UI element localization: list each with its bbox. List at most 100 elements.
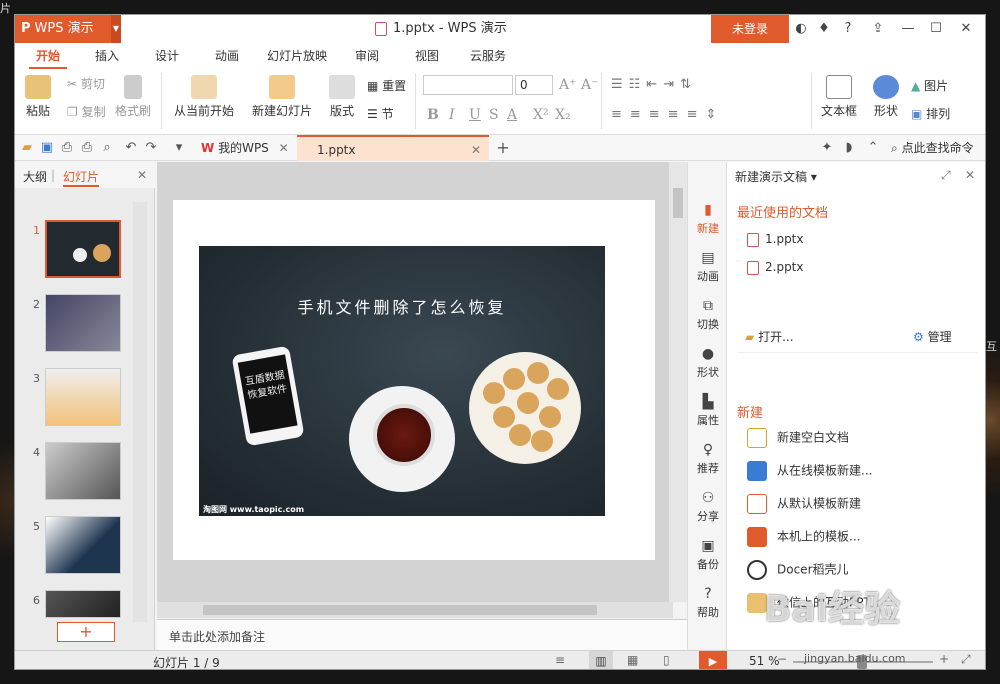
slide-thumbnail[interactable] (45, 220, 121, 278)
tab-outline[interactable]: 大纲 (23, 168, 47, 185)
slide-photo[interactable]: 手机文件删除了怎么恢复 互盾数据恢复软件 淘图网 www.taopic.com (199, 246, 605, 516)
zoom-in-icon[interactable]: + (939, 652, 949, 666)
docer-link[interactable]: Docer稻壳儿 (747, 560, 849, 580)
tab-animation[interactable]: 动画 (209, 43, 245, 69)
normal-view-icon[interactable]: ▥ (589, 651, 613, 669)
close-icon[interactable]: ✕ (965, 168, 975, 182)
thumbnail-scrollbar[interactable] (133, 202, 147, 622)
help-icon[interactable]: ? (839, 19, 857, 39)
pin-icon[interactable]: ✦ (819, 140, 835, 156)
horizontal-scrollbar[interactable] (157, 602, 673, 618)
undo-icon[interactable]: ↶ (123, 140, 139, 156)
shape-button[interactable]: 形状 (869, 75, 903, 119)
new-blank-doc[interactable]: 新建空白文档 (747, 428, 849, 448)
copy-button[interactable]: ❐ 复制 (67, 103, 106, 120)
reading-view-icon[interactable]: ▯ (663, 653, 670, 667)
tab-my-wps[interactable]: W 我的WPS ✕ (195, 135, 291, 161)
horizontal-scroll-thumb[interactable] (203, 605, 597, 615)
dropdown-icon[interactable]: ▾ (171, 140, 187, 156)
slide[interactable]: 手机文件删除了怎么恢复 互盾数据恢复软件 淘图网 www.taopic.com (173, 200, 655, 560)
tag-icon[interactable]: ◗ (841, 140, 857, 156)
paste-button[interactable]: 粘贴 (23, 75, 53, 119)
app-menu-button[interactable]: P WPS 演示 ▼ (15, 15, 121, 43)
zoom-out-icon[interactable]: − (777, 652, 787, 666)
play-slideshow-button[interactable]: ▶ (699, 651, 727, 669)
layout-button[interactable]: 版式 (325, 75, 359, 119)
increase-font-icon[interactable]: A⁺ (559, 77, 577, 93)
recent-file[interactable]: 1.pptx (747, 232, 804, 247)
arrange-button[interactable]: ▣ 排列 (911, 105, 950, 122)
login-button[interactable]: 未登录 (711, 15, 789, 43)
print-preview-icon[interactable]: ⌕ (99, 140, 115, 156)
notes-toggle-icon[interactable]: ≡ (555, 653, 565, 667)
chevron-down-icon[interactable]: ▼ (111, 15, 121, 43)
vertical-scrollbar[interactable] (669, 162, 687, 602)
section-button[interactable]: ☰ 节 (367, 105, 394, 122)
notes-area[interactable]: 单击此处添加备注 (157, 619, 687, 650)
slide-thumbnail[interactable] (45, 368, 121, 426)
tab-slides[interactable]: 幻灯片 (63, 168, 100, 187)
cut-button[interactable]: ✂ 剪切 (67, 75, 105, 92)
font-color-icon[interactable]: A (507, 107, 517, 123)
command-search[interactable]: ⌕ 点此查找命令 (891, 135, 974, 161)
sidebar-backup[interactable]: ▣ 备份 (688, 538, 728, 572)
print-icon[interactable]: ⎙ (79, 140, 95, 156)
new-from-default-template[interactable]: 从默认模板新建 (747, 494, 861, 514)
tab-review[interactable]: 审阅 (349, 43, 385, 69)
sidebar-recommend[interactable]: ♀ 推荐 (688, 442, 728, 476)
sidebar-properties[interactable]: ▙ 属性 (688, 394, 728, 428)
open-folder-icon[interactable]: ▰ (19, 140, 35, 156)
format-painter-button[interactable]: 格式刷 (115, 75, 151, 119)
tab-insert[interactable]: 插入 (89, 43, 125, 69)
vertical-scroll-thumb[interactable] (673, 188, 683, 218)
shadow-icon[interactable]: S (489, 107, 499, 123)
zoom-level[interactable]: 51 % (749, 654, 780, 668)
close-icon[interactable]: ✕ (471, 137, 481, 163)
slide-thumbnail[interactable] (45, 294, 121, 352)
sidebar-transition[interactable]: ⧉ 切换 (688, 298, 728, 332)
new-from-online-template[interactable]: 从在线模板新建... (747, 461, 872, 481)
maximize-icon[interactable]: ☐ (927, 19, 945, 39)
slide-thumbnail[interactable] (45, 516, 121, 574)
font-name-select[interactable] (423, 75, 513, 95)
slide-thumbnail[interactable] (45, 590, 121, 618)
recent-file[interactable]: 2.pptx (747, 260, 804, 275)
tab-view[interactable]: 视图 (409, 43, 445, 69)
reset-button[interactable]: ▦ 重置 (367, 77, 406, 94)
slide-sorter-icon[interactable]: ▦ (627, 653, 638, 667)
export-pdf-icon[interactable]: ⎙ (59, 140, 75, 156)
list-and-indent-icons[interactable]: ☰☷⇤⇥⇅ (611, 77, 697, 92)
from-current-button[interactable]: 从当前开始 (169, 75, 239, 119)
new-slide-button[interactable]: 新建幻灯片 (247, 75, 317, 119)
picture-button[interactable]: ▲ 图片 (911, 77, 948, 94)
superscript-icon[interactable]: X² (533, 107, 549, 123)
save-icon[interactable]: ▣ (39, 140, 55, 156)
add-tab-icon[interactable]: + (495, 140, 511, 156)
dock-icon[interactable]: ⤢ (941, 168, 951, 183)
add-slide-button[interactable]: + (57, 622, 115, 642)
subscript-icon[interactable]: X₂ (555, 107, 571, 123)
skin-icon[interactable]: ◐ (793, 19, 809, 39)
close-icon[interactable]: ✕ (137, 168, 147, 182)
font-size-select[interactable]: 0 (515, 75, 553, 95)
tab-slideshow[interactable]: 幻灯片放映 (265, 43, 329, 69)
local-templates[interactable]: 本机上的模板... (747, 527, 860, 547)
open-button[interactable]: ▰ 打开... (745, 328, 794, 345)
tab-home[interactable]: 开始 (29, 43, 67, 69)
slide-thumbnail[interactable] (45, 442, 121, 500)
alignment-icons[interactable]: ≡≡≡≡≡⇕ (611, 107, 724, 122)
close-icon[interactable]: ✕ (279, 141, 289, 155)
italic-icon[interactable]: I (449, 107, 455, 123)
sidebar-help[interactable]: ? 帮助 (688, 586, 728, 620)
sidebar-share[interactable]: ⚇ 分享 (688, 490, 728, 524)
bold-icon[interactable]: B (427, 107, 439, 123)
text-box-button[interactable]: 文本框 (817, 75, 861, 119)
fit-window-icon[interactable]: ⤢ (961, 652, 971, 667)
sidebar-shape[interactable]: ● 形状 (688, 346, 728, 380)
sidebar-animation[interactable]: ▤ 动画 (688, 250, 728, 284)
tab-cloud[interactable]: 云服务 (465, 43, 511, 69)
shirt-icon[interactable]: ♦ (815, 19, 833, 39)
collapse-ribbon-icon[interactable]: ⌃ (865, 140, 881, 156)
underline-icon[interactable]: U (469, 107, 481, 123)
sidebar-new[interactable]: ▮ 新建 (688, 202, 728, 236)
